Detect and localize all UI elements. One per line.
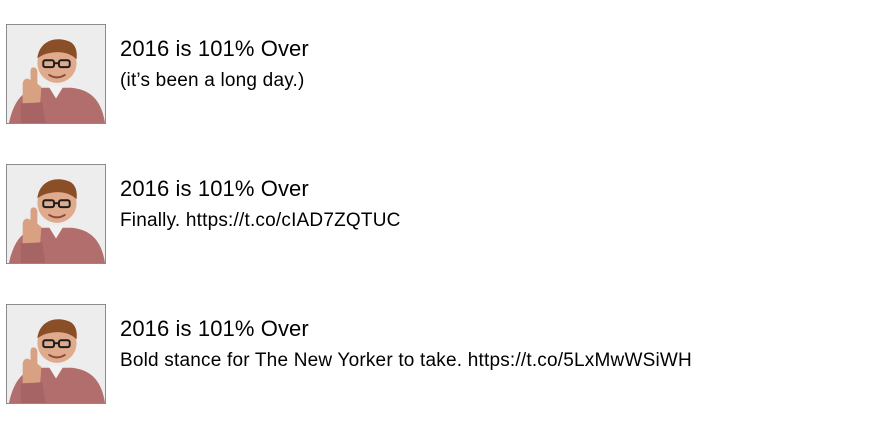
tweet-item[interactable]: 2016 is 101% Over Bold stance for The Ne… (6, 304, 876, 407)
tweet-text-block: 2016 is 101% Over (it’s been a long day.… (120, 24, 309, 92)
tweet-text-block: 2016 is 101% Over Finally. https://t.co/… (120, 164, 401, 232)
avatar[interactable] (6, 24, 106, 124)
tweet-title: 2016 is 101% Over (120, 316, 309, 341)
avatar[interactable] (6, 304, 106, 404)
tweet-item[interactable]: 2016 is 101% Over (it’s been a long day.… (6, 24, 876, 127)
tweet-title: 2016 is 101% Over (120, 176, 309, 201)
tweet-item[interactable]: 2016 is 101% Over Finally. https://t.co/… (6, 164, 876, 267)
tweet-text: (it’s been a long day.) (120, 70, 305, 91)
avatar[interactable] (6, 164, 106, 264)
tweet-text: Finally. https://t.co/cIAD7ZQTUC (120, 210, 401, 231)
tweet-text: Bold stance for The New Yorker to take. … (120, 350, 692, 371)
person-thumbs-up-photo-icon (7, 165, 105, 263)
tweet-title: 2016 is 101% Over (120, 36, 309, 61)
person-thumbs-up-photo-icon (7, 25, 105, 123)
tweet-text-block: 2016 is 101% Over Bold stance for The Ne… (120, 304, 692, 372)
tweet-list: 2016 is 101% Over (it’s been a long day.… (6, 24, 876, 444)
person-thumbs-up-photo-icon (7, 305, 105, 403)
